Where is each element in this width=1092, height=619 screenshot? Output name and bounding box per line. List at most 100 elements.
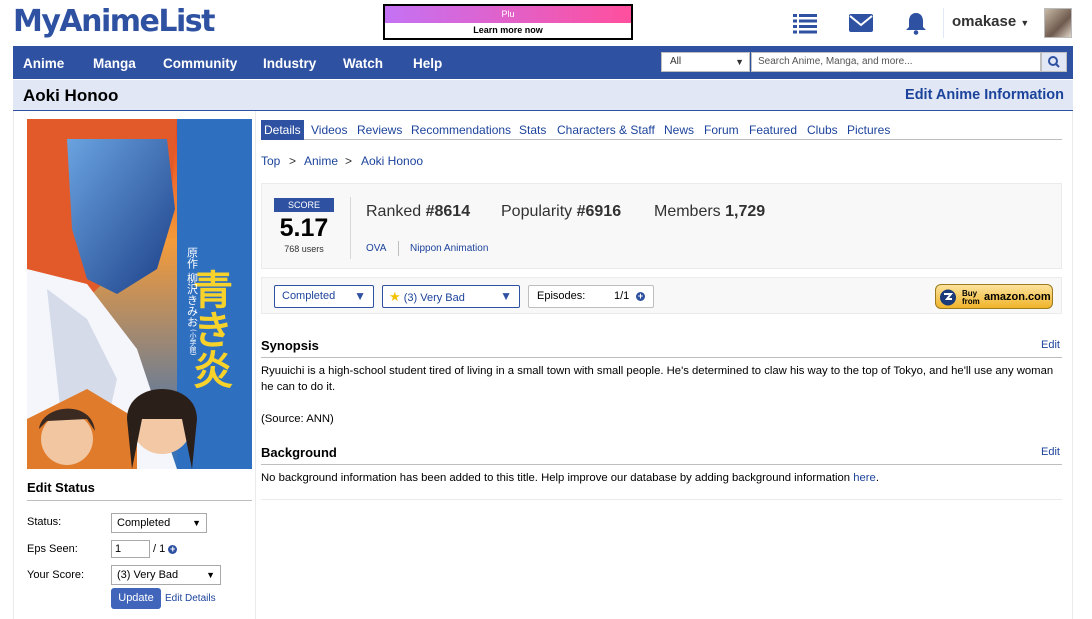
synopsis-source: (Source: ANN) [261,413,334,425]
nav-community[interactable]: Community [163,46,237,79]
background-title: Background [261,445,337,460]
score-select-value: (3) Very Bad [117,569,179,581]
poster-publisher: (小学館) [189,329,197,356]
breadcrumb-top[interactable]: Top [261,154,280,168]
chevron-down-icon: ▼ [206,570,215,580]
site-logo[interactable]: MyAnimeList [13,4,215,39]
score-users: 768 users [284,244,324,254]
eps-seen-input[interactable]: 1 [111,540,150,558]
nav-help[interactable]: Help [413,46,442,79]
ranked-label: Ranked [366,203,422,220]
score-select[interactable]: (3) Very Bad ▼ [111,565,221,585]
breadcrumb-separator: > [345,154,353,168]
episodes-count: 1/1 [614,290,630,302]
nav-anime[interactable]: Anime [23,46,64,79]
chevron-down-icon: ▼ [354,289,366,303]
star-icon: ★ [389,289,401,304]
nav-watch[interactable]: Watch [343,46,383,79]
status-select-value: Completed [117,517,171,529]
episodes-box[interactable]: Episodes: 1/1 + [528,285,654,308]
stats-divider [350,197,351,259]
ad-banner-cta[interactable]: Learn more now [385,23,631,38]
page-title: Aoki Honoo [23,86,119,105]
content-border [1072,111,1073,619]
background-period: . [875,472,879,484]
background-heading: Background Edit [261,445,1062,465]
user-menu[interactable]: omakase ▼ [952,13,1029,30]
search-filter-value: All [670,56,682,67]
nav-manga[interactable]: Manga [93,46,136,79]
ad-banner[interactable]: Plu Learn more now [383,4,633,40]
episodes-label: Episodes: [537,290,586,302]
nav-industry[interactable]: Industry [263,46,316,79]
tab-stats[interactable]: Stats [519,120,546,140]
tab-recommendations[interactable]: Recommendations [411,120,511,140]
header-divider [943,8,944,38]
status-label: Status: [27,516,62,528]
search-button[interactable] [1041,52,1067,72]
popularity-stat[interactable]: Popularity #6916 [501,203,621,221]
tab-news[interactable]: News [664,120,694,140]
synopsis-edit-link[interactable]: Edit [1041,339,1060,351]
list-icon[interactable] [792,11,818,35]
avatar[interactable] [1044,8,1072,38]
background-text: No background information has been added… [261,470,1062,486]
search-filter-select[interactable]: All ▼ [661,52,750,72]
rating-dropdown[interactable]: ★ (3) Very Bad ▼ [382,285,520,308]
chevron-down-icon: ▼ [735,57,744,67]
search-icon [1048,56,1060,68]
tab-details[interactable]: Details [261,120,304,140]
breadcrumb-title[interactable]: Aoki Honoo [361,154,423,168]
tab-reviews[interactable]: Reviews [357,120,402,140]
buy-amazon-button[interactable]: Buy from amazon.com [935,284,1053,309]
chevron-down-icon: ▼ [192,518,201,528]
poster-author: 原作 柳沢きみお [186,247,199,328]
chevron-down-icon: ▼ [1020,18,1030,28]
poster-image: 青き炎 原作 柳沢きみお (小学館) [27,119,252,469]
mail-icon[interactable] [848,11,874,35]
section-divider [261,499,1062,500]
increment-icon[interactable]: + [168,544,178,554]
title-bar: Aoki Honoo Edit Anime Information [13,80,1073,111]
ranked-value: #8614 [425,203,471,220]
status-select[interactable]: Completed ▼ [111,513,207,533]
members-stat[interactable]: Members 1,729 [654,203,765,221]
background-body: No background information has been added… [261,472,854,484]
bell-icon[interactable] [903,11,929,35]
username: omakase [952,13,1017,30]
update-button[interactable]: Update [111,588,161,609]
info-divider [398,241,399,256]
status-dropdown[interactable]: Completed ▼ [274,285,374,308]
amazon-logo-icon: Buy from amazon.com [940,289,1051,306]
ranked-stat[interactable]: Ranked #8614 [366,203,470,221]
members-value: 1,729 [725,203,766,220]
tab-featured[interactable]: Featured [749,120,797,140]
background-edit-link[interactable]: Edit [1041,446,1060,458]
increment-icon[interactable]: + [636,292,645,301]
tab-videos[interactable]: Videos [311,120,347,140]
breadcrumb-anime[interactable]: Anime [304,154,338,168]
tab-forum[interactable]: Forum [704,120,739,140]
tab-characters-staff[interactable]: Characters & Staff [557,120,655,140]
anime-poster[interactable]: 青き炎 原作 柳沢きみお (小学館) [27,119,252,469]
tab-pictures[interactable]: Pictures [847,120,890,140]
breadcrumb-separator: > [289,154,297,168]
rating-dropdown-value: (3) Very Bad [403,292,465,304]
popularity-label: Popularity [501,203,573,220]
edit-details-link[interactable]: Edit Details [165,593,216,604]
tab-clubs[interactable]: Clubs [807,120,838,140]
eps-seen-label: Eps Seen: [27,543,78,555]
your-score-label: Your Score: [27,569,85,581]
edit-anime-info-link[interactable]: Edit Anime Information [905,87,1064,103]
edit-status-heading: Edit Status [27,480,252,501]
studio-link[interactable]: Nippon Animation [410,243,488,254]
background-here-link[interactable]: here [853,472,876,484]
popularity-value: #6916 [576,203,622,220]
score-label: SCORE [274,198,334,212]
stats-box [261,183,1062,269]
type-link[interactable]: OVA [366,243,386,254]
ad-banner-top: Plu [385,6,631,23]
members-label: Members [654,203,721,220]
search-input[interactable]: Search Anime, Manga, and more... [751,52,1041,72]
eps-total: / 1 + [153,543,178,555]
